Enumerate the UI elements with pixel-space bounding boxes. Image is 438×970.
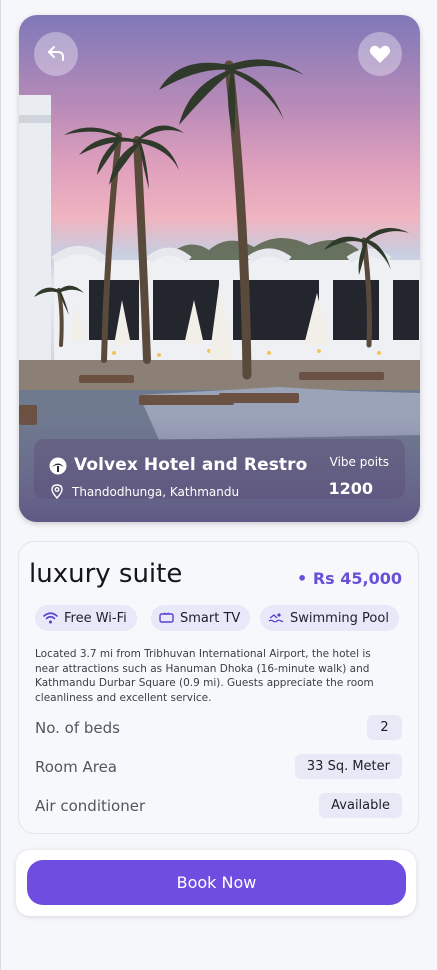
room-title: luxury suite xyxy=(29,559,183,589)
favorite-button[interactable] xyxy=(358,32,402,76)
booking-bar: Book Now xyxy=(16,850,416,916)
back-arrow-icon xyxy=(48,46,64,61)
hotel-detail-screen: Volvex Hotel and Restro Thandodhunga, Ka… xyxy=(0,0,438,970)
back-button[interactable] xyxy=(34,32,78,76)
amenity-label: Free Wi-Fi xyxy=(64,610,127,626)
room-details-card: luxury suite • Rs 45,000 Free Wi-Fi Smar… xyxy=(18,541,419,834)
amenity-label: Swimming Pool xyxy=(290,610,389,626)
hotel-name: Volvex Hotel and Restro xyxy=(74,455,308,475)
hotel-info-overlay: Volvex Hotel and Restro Thandodhunga, Ka… xyxy=(34,439,405,499)
spec-value-ac: Available xyxy=(319,793,402,818)
spec-label-area: Room Area xyxy=(35,758,118,776)
hotel-hero-image: Volvex Hotel and Restro Thandodhunga, Ka… xyxy=(19,15,420,522)
heart-icon xyxy=(369,45,391,63)
tv-icon xyxy=(159,612,174,624)
spec-label-ac: Air conditioner xyxy=(35,797,146,815)
hotel-location: Thandodhunga, Kathmandu xyxy=(72,485,240,499)
vibe-points-label: Vibe poits xyxy=(329,455,389,469)
amenity-chip-pool: Swimming Pool xyxy=(260,605,399,631)
spec-label-beds: No. of beds xyxy=(35,719,120,737)
spec-value-area: 33 Sq. Meter xyxy=(294,754,402,779)
vibe-points-value: 1200 xyxy=(328,479,373,498)
book-now-button[interactable]: Book Now xyxy=(27,860,406,905)
room-description: Located 3.7 mi from Tribhuvan Internatio… xyxy=(35,648,374,704)
location-pin-icon xyxy=(51,484,63,499)
pool-icon xyxy=(268,612,284,624)
room-price: • Rs 45,000 xyxy=(297,569,402,588)
wifi-icon xyxy=(43,612,58,624)
hotel-logo-icon xyxy=(49,457,67,475)
amenity-chip-wifi: Free Wi-Fi xyxy=(35,605,137,631)
spec-value-beds: 2 xyxy=(367,715,402,740)
amenity-label: Smart TV xyxy=(180,610,241,626)
amenity-chip-tv: Smart TV xyxy=(151,605,251,631)
